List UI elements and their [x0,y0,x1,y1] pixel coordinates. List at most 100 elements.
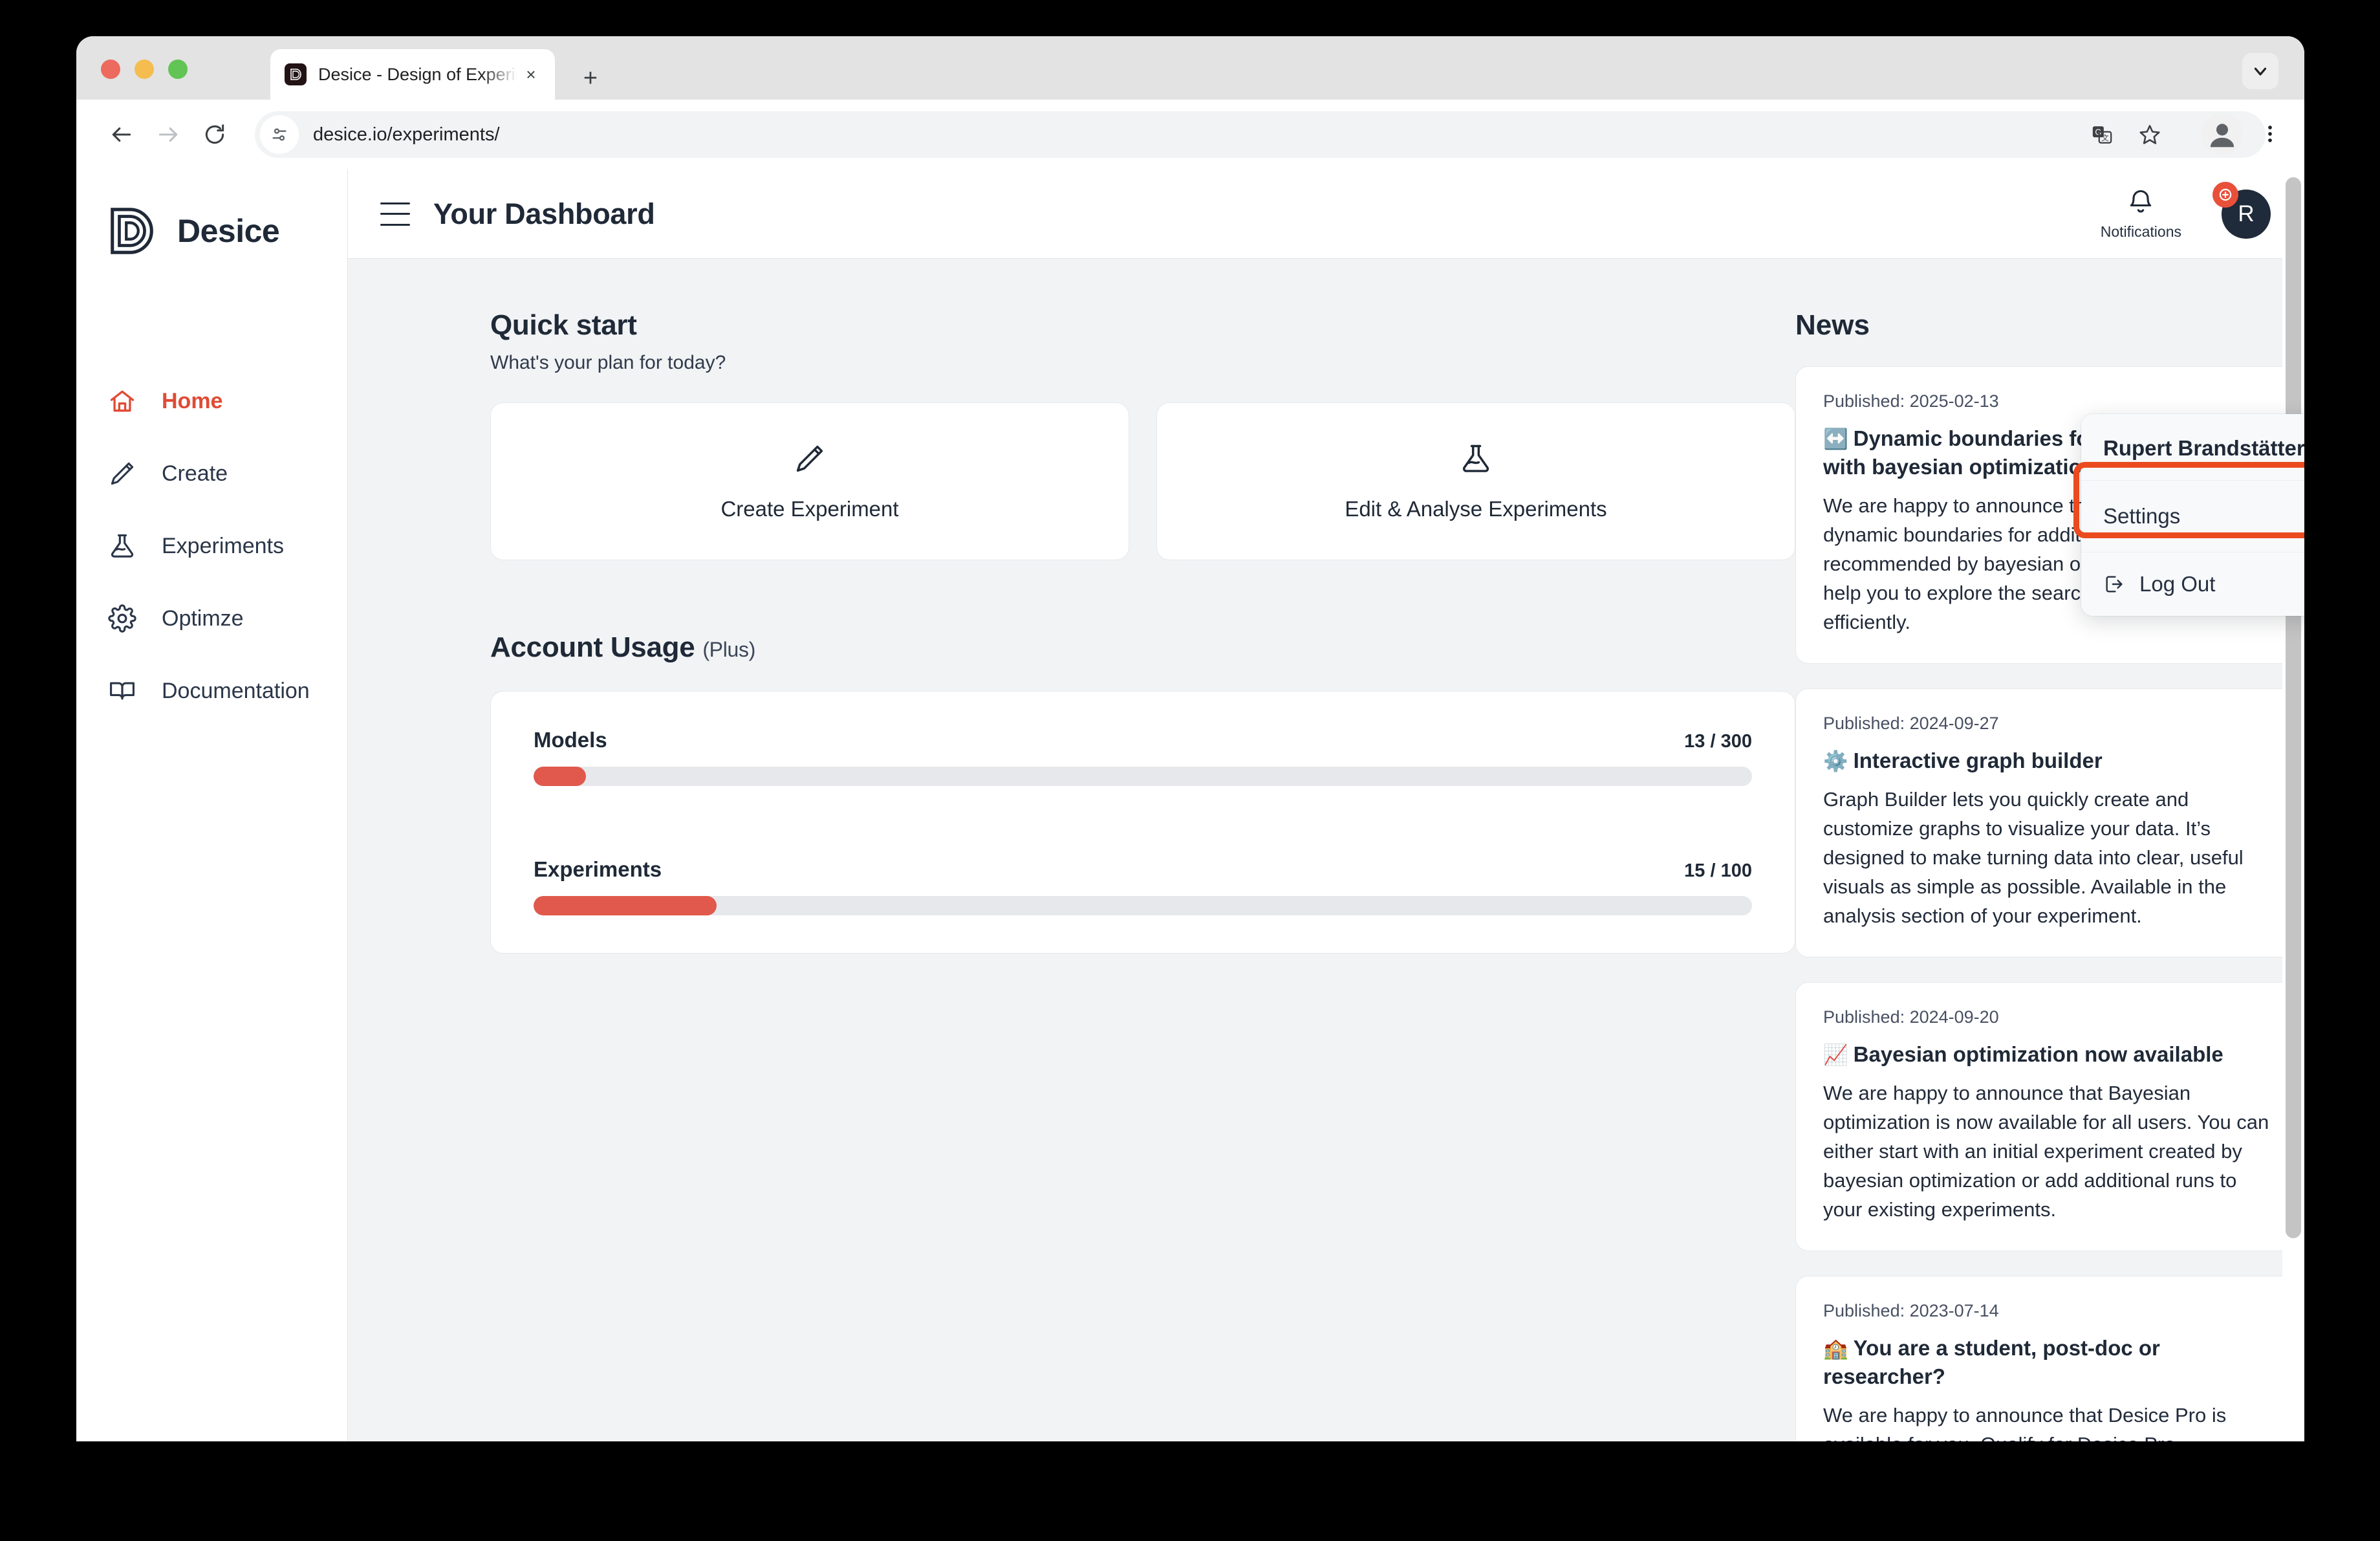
news-body: Graph Builder lets you quickly create an… [1823,788,2244,928]
sidebar-item-label: Documentation [162,678,310,703]
brand-name: Desice [177,213,280,249]
news-headline: ⚙️ Interactive graph builder [1823,747,2272,775]
news-emoji-icon: 📈 [1823,1044,1848,1067]
news-body: We are happy to announce that Bayesian o… [1823,1082,2269,1221]
create-experiment-card[interactable]: Create Experiment [490,402,1129,560]
usage-count: 13 / 300 [1684,731,1752,752]
sidebar-item-label: Home [162,388,223,413]
browser-toolbar: desice.io/experiments/ G 文 [76,100,2304,169]
hamburger-menu-icon[interactable] [380,202,410,226]
back-button[interactable] [98,111,145,158]
home-icon [107,385,144,417]
pencil-icon [107,457,144,490]
qualify-for-desice-pro-link[interactable]: Qualify for Desice Pro → [1980,1433,2201,1441]
sidebar-item-label: Optimze [162,606,244,631]
sidebar-item-optimze[interactable]: Optimze [76,591,347,646]
news-published: Published: 2023-07-14 [1823,1300,1999,1320]
new-tab-button[interactable]: + [574,62,607,94]
edit-analyse-experiments-card[interactable]: Edit & Analyse Experiments [1156,402,1795,560]
usage-progress-bar [534,896,1752,915]
sidebar-item-home[interactable]: Home [76,374,347,428]
chevron-down-icon[interactable] [2242,53,2278,89]
usage-label: Experiments [534,857,662,881]
tab-strip: Desice - Design of Experiments × + [76,36,2304,100]
dropdown-settings-label: Settings [2103,504,2181,528]
site-settings-icon[interactable] [260,115,299,154]
browser-window: Desice - Design of Experiments × + [76,36,2304,1441]
news-card[interactable]: Published: 2024-09-27 ⚙️ Interactive grap… [1795,688,2300,958]
profile-icon[interactable] [2201,113,2244,155]
dropdown-logout-label: Log Out [2139,572,2216,596]
address-bar[interactable]: desice.io/experiments/ [255,111,2266,158]
logout-icon [2103,573,2125,595]
sidebar-item-experiments[interactable]: Experiments [76,519,347,573]
svg-text:文: 文 [2101,133,2108,142]
news-emoji-icon: ↔️ [1823,428,1848,450]
page-viewport: Desice Home Create Experiments Optimze D… [76,169,2304,1441]
sidebar-item-create[interactable]: Create [76,446,347,501]
news-card[interactable]: Published: 2023-07-14 🏫 You are a student… [1795,1275,2300,1441]
omnibox-actions: G 文 [2072,112,2175,157]
account-usage-title: Account Usage (Plus) [490,631,1795,664]
scrollbar-thumb[interactable] [2286,177,2301,1238]
quick-start-cards: Create Experiment Edit & Analyse Experim… [490,402,1795,560]
gear-icon [107,602,144,635]
news-headline: 📈 Bayesian optimization now available [1823,1040,2272,1069]
brand[interactable]: Desice [76,169,347,259]
bookmark-star-icon[interactable] [2128,113,2171,156]
usage-progress-fill [534,767,586,786]
page-scrollbar[interactable] [2282,169,2304,1441]
desice-logo-icon [105,203,160,259]
news-published: Published: 2024-09-20 [1823,1007,1999,1027]
news-headline-text: Interactive graph builder [1853,749,2103,773]
flask-icon [107,530,144,562]
news-headline: 🏫 You are a student, post-doc or research… [1823,1334,2272,1391]
account-usage-title-text: Account Usage [490,631,695,663]
news-headline-text: Bayesian optimization now available [1853,1042,2223,1067]
forward-button[interactable] [145,111,191,158]
bell-icon [2126,188,2155,219]
reload-button[interactable] [191,111,238,158]
sidebar-item-label: Create [162,461,228,486]
usage-progress-fill [534,896,717,915]
header-right-group: Notifications R [2101,181,2304,241]
browser-tab[interactable]: Desice - Design of Experiments × [270,49,555,100]
window-maximize-button[interactable] [168,60,188,79]
favicon-desice-icon [285,63,307,85]
usage-count: 15 / 100 [1684,860,1752,881]
news-card[interactable]: Published: 2024-09-20 📈 Bayesian optimiza… [1795,982,2300,1251]
news-headline-text: You are a student, post-doc or researche… [1823,1335,2160,1389]
tab-close-icon[interactable]: × [517,61,545,88]
window-close-button[interactable] [101,60,120,79]
address-bar-url: desice.io/experiments/ [313,124,500,145]
toolbar-right-group [2196,113,2291,155]
notifications-label: Notifications [2100,223,2181,240]
usage-progress-bar [534,767,1752,786]
page-title: Your Dashboard [433,197,655,230]
dropdown-user-name: Rupert Brandstätter [2103,436,2304,460]
news-emoji-icon: 🏫 [1823,1337,1848,1360]
user-avatar-button[interactable]: R [2212,181,2271,239]
plus-badge-icon [2212,181,2238,208]
account-usage-card: Models 13 / 300 Experiments 15 / 100 [490,691,1795,954]
usage-row-models: Models 13 / 300 [534,728,1752,786]
quick-start-subtitle: What's your plan for today? [490,352,726,373]
app-header: Your Dashboard Notifications R [348,169,2304,259]
window-minimize-button[interactable] [135,60,154,79]
dropdown-item-settings[interactable]: Settings [2081,480,2304,552]
sidebar-nav: Home Create Experiments Optimze Document… [76,374,347,718]
more-menu-icon[interactable] [2249,113,2291,155]
notifications-button[interactable]: Notifications [2101,188,2181,241]
dashboard-left-column: Quick start What's your plan for today? … [348,259,1795,1441]
dropdown-item-logout[interactable]: Log Out [2081,552,2304,616]
translate-icon[interactable]: G 文 [2081,113,2123,156]
user-menu-dropdown: Rupert Brandstätter Settings Log Out [2081,414,2304,616]
book-icon [107,675,144,707]
quick-start-title: Quick start [490,309,637,341]
sidebar-item-label: Experiments [162,533,284,558]
sidebar-item-documentation[interactable]: Documentation [76,664,347,718]
quick-start-card-label: Edit & Analyse Experiments [1345,496,1607,521]
pencil-icon [793,442,827,479]
usage-label: Models [534,728,607,752]
flask-icon [1459,442,1493,479]
